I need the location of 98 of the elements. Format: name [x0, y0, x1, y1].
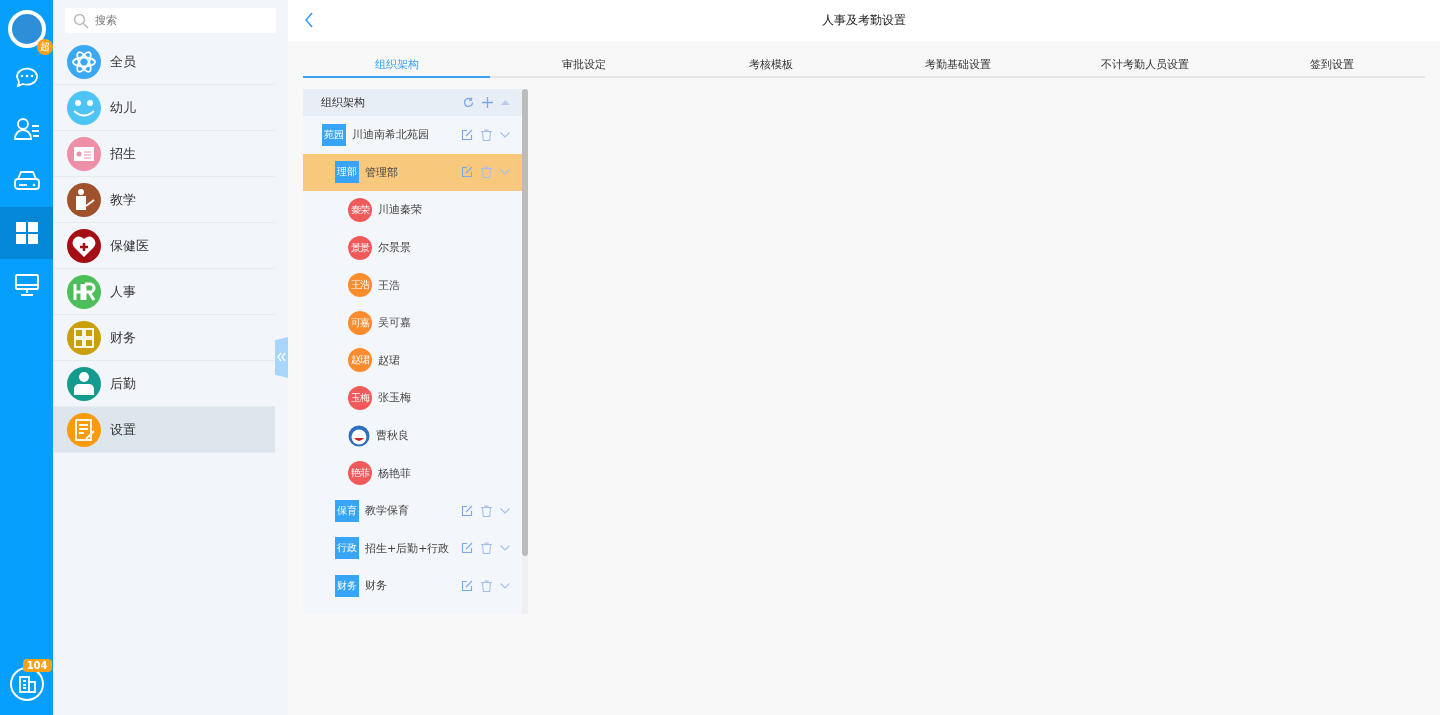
module-icon — [66, 227, 102, 264]
monitor-icon — [12, 271, 41, 299]
contacts-icon — [12, 115, 41, 143]
edit-icon — [461, 166, 473, 179]
module-item[interactable]: 幼儿 — [53, 85, 275, 131]
chevron-down-icon — [500, 169, 510, 176]
tree-node[interactable]: 苑园 川迪南希北苑园 — [303, 116, 522, 154]
member-item[interactable]: 赵珺 赵珺 — [303, 341, 522, 380]
module-icon — [66, 135, 102, 172]
add-button[interactable] — [482, 97, 493, 108]
tree-node[interactable]: 行政 招生+后勤+行政 — [303, 529, 522, 568]
module-item[interactable]: 全员 — [53, 39, 275, 85]
module-icon — [66, 89, 102, 126]
expand-button[interactable] — [500, 507, 510, 514]
trash-icon — [481, 166, 492, 179]
tab[interactable]: 考勤基础设置 — [864, 52, 1051, 78]
department-tag: 苑园 — [322, 123, 346, 146]
tree-node[interactable]: 理部 管理部 — [303, 153, 522, 192]
department-tag: 理部 — [335, 161, 359, 184]
expand-button[interactable] — [500, 131, 510, 138]
expand-button[interactable] — [500, 169, 510, 176]
module-item[interactable]: 保健医 — [53, 223, 275, 269]
delete-button[interactable] — [481, 128, 492, 141]
edit-button[interactable] — [461, 542, 473, 555]
module-icon — [66, 181, 102, 218]
initials-avatar: 可嘉 — [348, 310, 372, 335]
caret-up-icon — [501, 100, 510, 105]
edit-icon — [461, 128, 473, 141]
member-item[interactable]: 秦荣 川迪秦荣 — [303, 191, 522, 229]
module-icon — [66, 43, 102, 80]
tree-node[interactable]: 保育 教学保育 — [303, 491, 522, 530]
tab[interactable]: 审批设定 — [490, 52, 677, 78]
member-item[interactable]: 王浩 王浩 — [303, 266, 522, 304]
delete-button[interactable] — [481, 542, 492, 555]
plus-icon — [482, 97, 493, 108]
edit-icon — [461, 542, 473, 555]
edit-icon — [461, 579, 473, 592]
scrollbar-thumb[interactable] — [522, 89, 528, 556]
search-icon — [73, 13, 89, 29]
trash-icon — [481, 542, 492, 555]
tab[interactable]: 考核模板 — [677, 52, 864, 78]
trash-icon — [481, 504, 492, 517]
module-item[interactable]: 招生 — [53, 131, 275, 177]
module-item[interactable]: 设置 — [53, 407, 275, 453]
delete-button[interactable] — [481, 166, 492, 179]
expand-button[interactable] — [500, 545, 510, 552]
tree-title: 组织架构 — [321, 95, 366, 110]
initials-avatar: 赵珺 — [348, 348, 372, 373]
chevron-down-icon — [500, 545, 510, 552]
back-icon — [304, 11, 314, 29]
module-item[interactable]: 财务 — [53, 315, 275, 361]
edit-button[interactable] — [461, 579, 473, 592]
collapse-button[interactable] — [501, 100, 510, 105]
module-icon — [66, 365, 102, 402]
chevron-down-icon — [500, 131, 510, 138]
member-item[interactable]: 曹秋良 — [303, 416, 522, 455]
edit-button[interactable] — [461, 128, 473, 141]
tab[interactable]: 不计考勤人员设置 — [1051, 52, 1238, 78]
page-title: 人事及考勤设置 — [822, 12, 906, 29]
department-tag: 保育 — [335, 499, 359, 522]
refresh-button[interactable] — [463, 97, 474, 108]
department-tag: 财务 — [335, 574, 359, 597]
rail-item[interactable] — [0, 207, 53, 259]
role-badge: 超 — [36, 39, 53, 55]
member-item[interactable]: 艳菲 杨艳菲 — [303, 454, 522, 492]
tab[interactable]: 签到设置 — [1238, 52, 1425, 78]
double-chevron-icon — [277, 351, 286, 362]
module-item[interactable]: 教学 — [53, 177, 275, 223]
collapse-button[interactable] — [275, 337, 288, 378]
edit-button[interactable] — [461, 504, 473, 517]
avatar-icon — [348, 424, 370, 447]
initials-avatar: 玉梅 — [348, 385, 372, 410]
search-field[interactable]: 搜索 — [65, 8, 276, 33]
module-icon — [66, 319, 102, 356]
initials-avatar: 景景 — [348, 235, 372, 260]
department-tag: 行政 — [335, 537, 359, 560]
module-icon — [66, 273, 102, 310]
edit-button[interactable] — [461, 166, 473, 179]
initials-avatar: 秦荣 — [348, 198, 372, 222]
tree-node[interactable]: 财务 财务 — [303, 567, 522, 605]
module-icon — [66, 411, 102, 448]
trash-icon — [481, 128, 492, 141]
edit-icon — [461, 504, 473, 517]
initials-avatar: 王浩 — [348, 273, 372, 298]
count-badge: 104 — [22, 659, 52, 672]
member-item[interactable]: 可嘉 吴可嘉 — [303, 303, 522, 342]
member-item[interactable]: 景景 尔景景 — [303, 228, 522, 267]
trash-icon — [481, 579, 492, 592]
delete-button[interactable] — [481, 504, 492, 517]
member-item[interactable]: 玉梅 张玉梅 — [303, 379, 522, 417]
module-item[interactable]: 人事 — [53, 269, 275, 315]
initials-avatar: 艳菲 — [348, 461, 372, 486]
chevron-down-icon — [500, 582, 510, 589]
refresh-icon — [463, 97, 474, 108]
building-icon — [16, 674, 37, 694]
delete-button[interactable] — [481, 579, 492, 592]
expand-button[interactable] — [500, 582, 510, 589]
chevron-down-icon — [500, 507, 510, 514]
